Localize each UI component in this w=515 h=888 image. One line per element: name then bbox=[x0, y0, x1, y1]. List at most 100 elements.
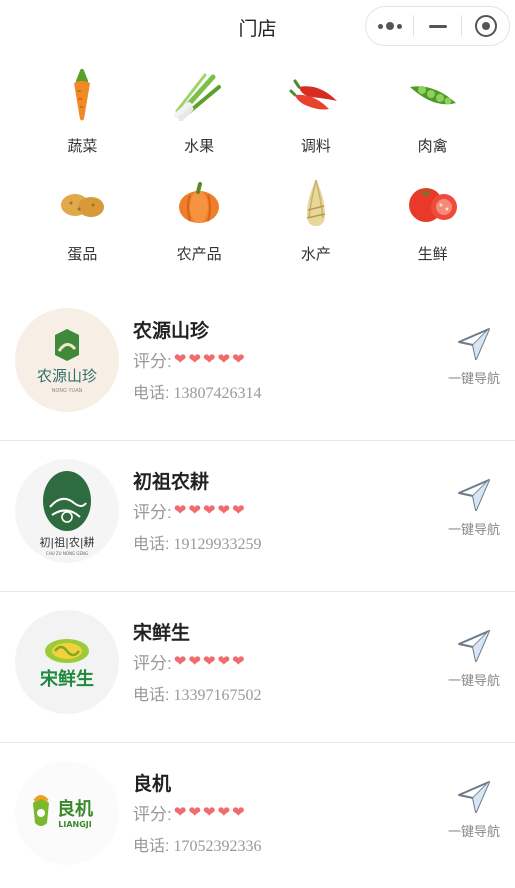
liangji-logo-icon: 良机 LIANGJI bbox=[33, 795, 93, 829]
category-item[interactable]: 生鲜 bbox=[374, 174, 491, 264]
navigation-arrow-icon bbox=[458, 328, 490, 360]
store-name: 农源山珍 bbox=[133, 321, 210, 342]
phone-label: 电话: bbox=[133, 687, 170, 704]
heart-icon: ❤ bbox=[217, 351, 231, 368]
pea-pod-icon bbox=[403, 66, 463, 123]
navigate-button[interactable]: 一键导航 bbox=[443, 628, 505, 689]
navigation-arrow-icon bbox=[458, 630, 490, 662]
chuzu-logo-icon: 初|祖|农|耕 CHU ZU NONG GENG bbox=[39, 471, 95, 556]
phone-label: 电话: bbox=[133, 385, 170, 402]
rating-label: 评分: bbox=[133, 805, 172, 824]
rating-label: 评分: bbox=[133, 503, 172, 522]
category-item[interactable]: 水产 bbox=[258, 174, 375, 264]
category-label: 水产 bbox=[300, 246, 331, 263]
store-phone: 电话: 13397167502 bbox=[133, 681, 261, 705]
top-bar: 门店 bbox=[0, 0, 515, 52]
rating-hearts: ❤ ❤ ❤ ❤ ❤ bbox=[174, 503, 245, 518]
store-logo: 宋鲜生 bbox=[15, 610, 119, 714]
navigate-label: 一键导航 bbox=[447, 673, 500, 688]
category-label: 蔬菜 bbox=[67, 138, 98, 155]
navigation-arrow-icon bbox=[458, 781, 490, 813]
navigate-label: 一键导航 bbox=[447, 522, 500, 537]
category-item[interactable]: 水果 bbox=[141, 66, 258, 156]
svg-text:CHU ZU NONG GENG: CHU ZU NONG GENG bbox=[46, 551, 88, 556]
category-item[interactable]: 肉禽 bbox=[374, 66, 491, 156]
nongyuan-logo-icon: 农源山珍 NONG YUAN bbox=[37, 329, 97, 394]
store-card[interactable]: 宋鲜生 宋鲜生 评分: ❤ ❤ ❤ ❤ ❤ 电话: 13397167502 一键导航 bbox=[0, 592, 515, 743]
carrot-icon bbox=[52, 66, 112, 123]
heart-icon: ❤ bbox=[217, 502, 231, 519]
pumpkin-icon bbox=[169, 174, 229, 231]
category-label: 水果 bbox=[184, 138, 215, 155]
svg-text:LIANGJI: LIANGJI bbox=[58, 820, 92, 829]
navigate-button[interactable]: 一键导航 bbox=[443, 477, 505, 538]
more-button[interactable] bbox=[366, 7, 413, 45]
heart-icon: ❤ bbox=[232, 502, 245, 519]
navigate-label: 一键导航 bbox=[447, 824, 500, 839]
chili-pepper-icon bbox=[286, 66, 346, 123]
bamboo-shoot-icon bbox=[286, 174, 346, 231]
scallion-icon bbox=[169, 66, 229, 123]
heart-icon: ❤ bbox=[202, 502, 216, 519]
category-item[interactable]: 蛋品 bbox=[24, 174, 141, 264]
category-label: 生鲜 bbox=[417, 246, 448, 263]
minimize-button[interactable] bbox=[414, 7, 461, 45]
category-label: 肉禽 bbox=[417, 138, 448, 155]
category-item[interactable]: 调料 bbox=[258, 66, 375, 156]
category-label: 蛋品 bbox=[67, 246, 98, 263]
rating-label: 评分: bbox=[133, 654, 172, 673]
store-card[interactable]: 农源山珍 NONG YUAN 农源山珍 评分: ❤ ❤ ❤ ❤ ❤ 电话: 138074… bbox=[0, 290, 515, 441]
heart-icon: ❤ bbox=[188, 653, 201, 670]
phone-number: 17052392336 bbox=[173, 838, 262, 855]
potato-icon bbox=[52, 174, 112, 231]
heart-icon: ❤ bbox=[188, 502, 201, 519]
rating-hearts: ❤ ❤ ❤ ❤ ❤ bbox=[174, 352, 245, 367]
more-dots-icon bbox=[377, 22, 402, 30]
svg-text:农源山珍: 农源山珍 bbox=[37, 367, 97, 385]
heart-icon: ❤ bbox=[173, 351, 187, 368]
phone-label: 电话: bbox=[133, 838, 170, 855]
store-phone: 电话: 17052392336 bbox=[133, 832, 261, 856]
store-list: 农源山珍 NONG YUAN 农源山珍 评分: ❤ ❤ ❤ ❤ ❤ 电话: 138074… bbox=[0, 290, 515, 888]
store-name: 初祖农耕 bbox=[133, 472, 210, 493]
store-name: 宋鲜生 bbox=[133, 623, 191, 644]
svg-text:宋鲜生: 宋鲜生 bbox=[40, 668, 94, 690]
heart-icon: ❤ bbox=[232, 351, 245, 368]
heart-icon: ❤ bbox=[173, 653, 187, 670]
store-rating: 评分: ❤ ❤ ❤ ❤ ❤ bbox=[133, 498, 245, 523]
navigation-arrow-icon bbox=[458, 479, 490, 511]
phone-number: 13397167502 bbox=[173, 687, 262, 704]
navigate-button[interactable]: 一键导航 bbox=[443, 326, 505, 387]
heart-icon: ❤ bbox=[232, 653, 245, 670]
heart-icon: ❤ bbox=[173, 804, 187, 821]
heart-icon: ❤ bbox=[202, 351, 216, 368]
phone-label: 电话: bbox=[133, 536, 170, 553]
store-rating: 评分: ❤ ❤ ❤ ❤ ❤ bbox=[133, 800, 245, 825]
tomato-icon bbox=[403, 174, 463, 231]
store-card[interactable]: 良机 LIANGJI 良机 评分: ❤ ❤ ❤ ❤ ❤ 电话: 17052392336 … bbox=[0, 743, 515, 888]
store-rating: 评分: ❤ ❤ ❤ ❤ ❤ bbox=[133, 347, 245, 372]
heart-icon: ❤ bbox=[202, 804, 216, 821]
store-phone: 电话: 19129933259 bbox=[133, 530, 261, 554]
heart-icon: ❤ bbox=[188, 804, 201, 821]
close-button[interactable] bbox=[462, 7, 509, 45]
svg-text:NONG YUAN: NONG YUAN bbox=[52, 388, 83, 394]
target-icon bbox=[474, 15, 497, 37]
songxiansheng-logo-icon: 宋鲜生 bbox=[40, 639, 94, 690]
minus-icon bbox=[428, 24, 447, 28]
category-label: 调料 bbox=[300, 138, 331, 155]
category-item[interactable]: 农产品 bbox=[141, 174, 258, 264]
category-item[interactable]: 蔬菜 bbox=[24, 66, 141, 156]
heart-icon: ❤ bbox=[232, 804, 245, 821]
phone-number: 19129933259 bbox=[173, 536, 262, 553]
mini-program-capsule bbox=[365, 6, 510, 46]
category-grid: 蔬菜 水果 调料 肉禽 蛋品 农产品 水产 生鲜 bbox=[0, 66, 515, 264]
rating-hearts: ❤ ❤ ❤ ❤ ❤ bbox=[174, 654, 245, 669]
heart-icon: ❤ bbox=[188, 351, 201, 368]
store-rating: 评分: ❤ ❤ ❤ ❤ ❤ bbox=[133, 649, 245, 674]
store-card[interactable]: 初|祖|农|耕 CHU ZU NONG GENG 初祖农耕 评分: ❤ ❤ ❤ ❤ ❤ … bbox=[0, 441, 515, 592]
store-logo: 农源山珍 NONG YUAN bbox=[15, 308, 119, 412]
phone-number: 13807426314 bbox=[173, 385, 262, 402]
navigate-button[interactable]: 一键导航 bbox=[443, 779, 505, 840]
rating-hearts: ❤ ❤ ❤ ❤ ❤ bbox=[174, 805, 245, 820]
